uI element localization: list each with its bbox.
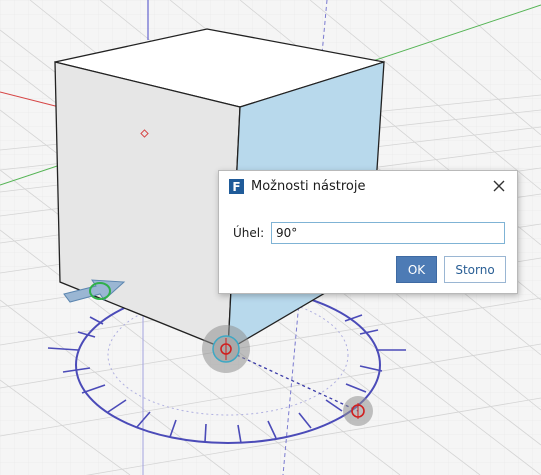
angle-input[interactable] [271, 222, 505, 244]
ok-button[interactable]: OK [396, 256, 437, 283]
app-logo-icon: F [229, 179, 244, 194]
dialog-titlebar[interactable]: F Možnosti nástroje [219, 171, 517, 204]
cancel-button[interactable]: Storno [444, 256, 506, 283]
tool-options-dialog: F Možnosti nástroje Úhel: OK Storno [218, 170, 518, 294]
angle-end-handle[interactable] [343, 396, 373, 426]
angle-label: Úhel: [233, 226, 265, 240]
pivot-handle[interactable] [202, 325, 250, 373]
dialog-title: Možnosti nástroje [251, 179, 366, 194]
close-icon[interactable] [489, 176, 509, 196]
